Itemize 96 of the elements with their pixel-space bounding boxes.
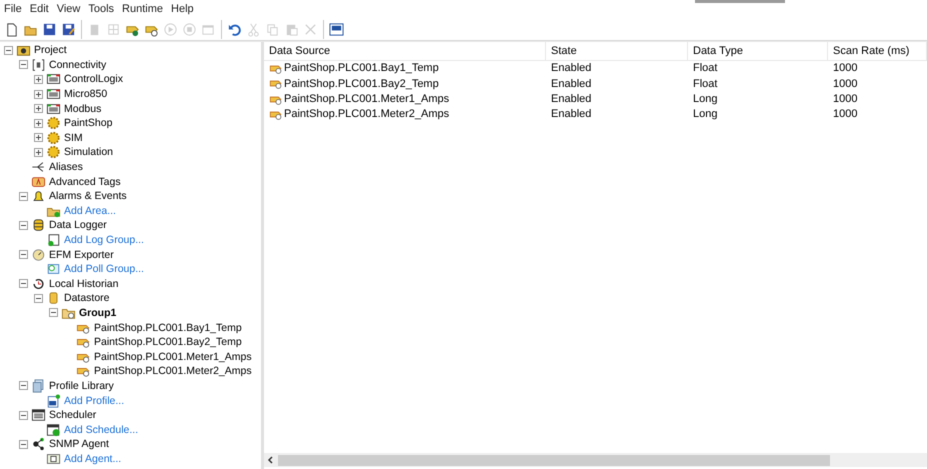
agent-add-icon [46,452,61,466]
device-icon [46,102,61,116]
device-icon [46,72,61,86]
tree-item[interactable]: PaintShop.PLC001.Bay1_Temp [93,320,243,335]
document-stack-icon [31,378,46,393]
history-icon [31,276,46,291]
tree-item[interactable]: Group1 [78,306,118,320]
device-icon [46,87,61,102]
menu-item[interactable]: View [52,1,84,18]
add-link[interactable]: Add Log Group... [63,233,145,248]
horizontal-scrollbar[interactable] [264,453,927,467]
table-cell-text: Long [693,92,718,107]
table-cell-text: Enabled [551,107,592,122]
network-nodes-icon [31,437,46,452]
connectivity-icon [31,58,46,72]
tree-item[interactable]: EFM Exporter [48,248,115,262]
expand-icon[interactable] [34,148,43,157]
tag-icon [31,174,46,189]
expand-icon[interactable] [34,104,43,114]
table-cell-text: Enabled [551,61,592,76]
database-icon [31,218,46,232]
table-cell-text: Enabled [551,76,592,92]
gear-icon [46,145,61,160]
menu-item[interactable]: Tools [84,1,118,18]
tree-item[interactable]: ControlLogix [63,72,124,86]
collapse-icon[interactable] [19,60,28,70]
script-add-icon [46,394,61,408]
gear-icon [46,116,61,130]
column-header[interactable]: Scan Rate (ms) [828,42,927,60]
table-cell-text: Long [693,107,718,122]
tree-item[interactable]: PaintShop.PLC001.Bay2_Temp [93,335,243,350]
calendar-icon [31,408,46,422]
calendar-add-icon [46,422,61,437]
expand-icon[interactable] [34,118,43,128]
tree-item[interactable]: PaintShop.PLC001.Meter2_Amps [93,364,253,378]
table-cell-text: PaintShop.PLC001.Meter1_Amps [284,92,450,107]
gauge-icon [31,248,46,262]
collapse-icon[interactable] [49,308,58,318]
table-cell-text: 1000 [833,92,858,107]
expand-icon[interactable] [34,74,43,84]
tree-item[interactable]: Datastore [63,291,111,306]
poll-group-add-icon [46,262,61,276]
table-cell-text: Float [693,76,718,92]
table-cell-text: 1000 [833,107,858,122]
add-link[interactable]: Add Agent... [63,452,122,466]
tree-item[interactable]: Simulation [63,145,114,160]
menu-item[interactable]: Help [167,1,198,18]
collapse-icon[interactable] [4,46,13,55]
table-cell-text: PaintShop.PLC001.Bay2_Temp [284,76,439,92]
column-header[interactable]: Data Type [688,42,828,60]
add-link[interactable]: Add Schedule... [63,422,140,437]
branch-icon [31,160,46,174]
tree-item[interactable]: Profile Library [48,378,115,393]
tree-item[interactable]: Aliases [48,160,84,174]
add-link[interactable]: Add Profile... [63,394,126,408]
tree-item[interactable]: Alarms & Events [48,189,128,204]
table-cell-text: Enabled [551,92,592,107]
add-link[interactable]: Add Area... [63,204,117,218]
collapse-icon[interactable] [19,410,28,420]
column-header[interactable]: State [546,42,688,60]
collapse-icon[interactable] [34,294,43,303]
gear-icon [46,130,61,145]
collapse-icon[interactable] [19,250,28,260]
tree-item[interactable]: SNMP Agent [48,437,110,452]
table-cell-text: PaintShop.PLC001.Meter2_Amps [284,107,450,122]
tree-item[interactable]: Micro850 [63,87,108,102]
menu-item[interactable]: Edit [26,1,53,18]
column-header[interactable]: Data Source [264,42,546,60]
tree-item[interactable]: PaintShop.PLC001.Meter1_Amps [93,350,253,364]
collapse-icon[interactable] [19,381,28,390]
tree-item[interactable]: Connectivity [48,58,108,72]
collapse-icon[interactable] [19,192,28,201]
expand-icon[interactable] [34,133,43,142]
collapse-icon[interactable] [19,220,28,230]
menu-item[interactable]: File [0,1,26,18]
collapse-icon[interactable] [19,279,28,288]
table-cell-text: 1000 [833,61,858,76]
tree-item[interactable]: Local Historian [48,276,120,291]
table-cell-text: Float [693,61,718,76]
log-group-add-icon [46,233,61,248]
add-link[interactable]: Add Poll Group... [63,262,145,276]
tree-item[interactable]: SIM [63,130,84,145]
tree-item[interactable]: Project [33,43,68,58]
scrollbar-thumb[interactable] [278,454,830,466]
table-cell-text: 1000 [833,76,858,92]
bell-icon [31,189,46,204]
tree-item[interactable]: Advanced Tags [48,174,122,189]
tree-item[interactable]: Data Logger [48,218,108,232]
tree-item[interactable]: Modbus [63,102,102,116]
tree-item[interactable]: Scheduler [48,408,98,422]
table-cell-text: PaintShop.PLC001.Bay1_Temp [284,61,439,76]
camera-folder-icon [16,43,31,58]
expand-icon[interactable] [34,90,43,99]
collapse-icon[interactable] [19,440,28,449]
tree-item[interactable]: PaintShop [63,116,114,130]
menu-item[interactable]: Runtime [118,1,168,18]
